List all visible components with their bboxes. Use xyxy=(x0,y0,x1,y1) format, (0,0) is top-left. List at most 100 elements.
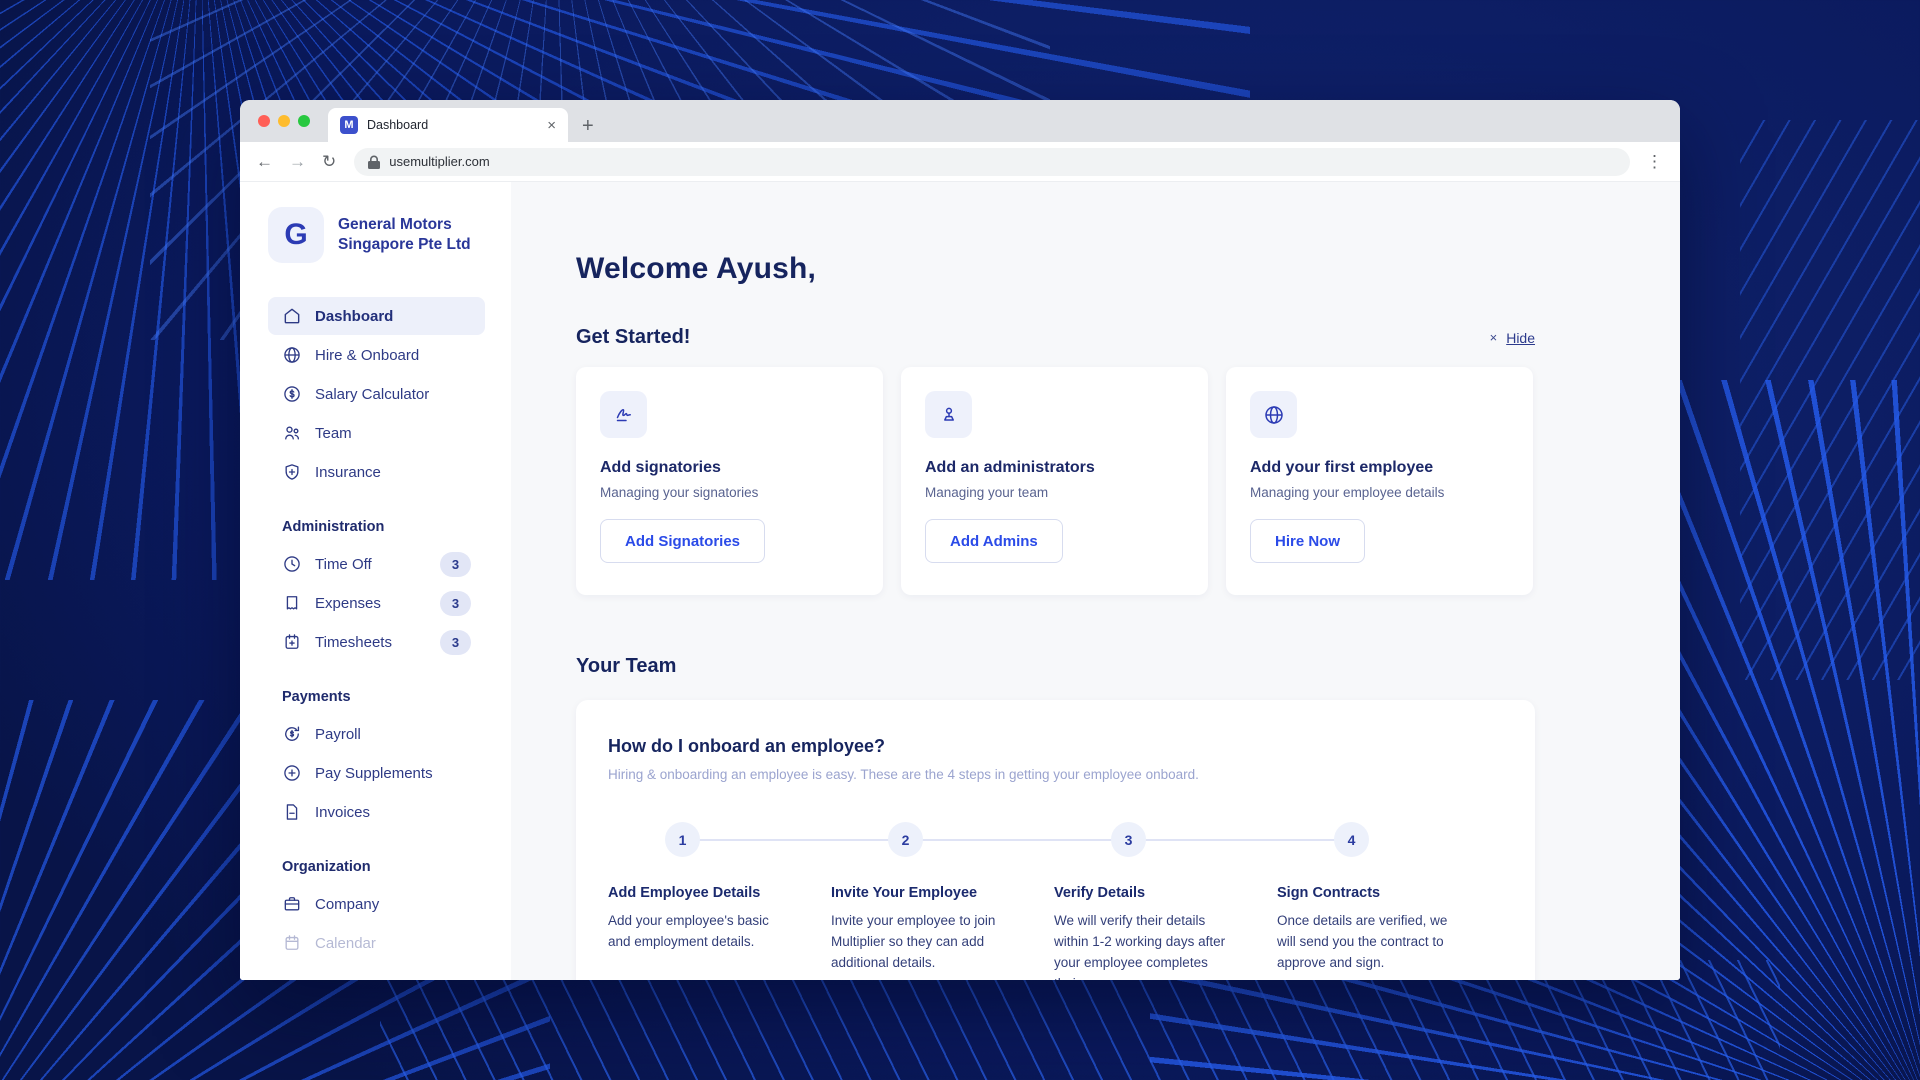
url-text: usemultiplier.com xyxy=(389,154,489,169)
hide-link[interactable]: Hide xyxy=(1506,330,1535,346)
step-number: 3 xyxy=(1111,822,1146,857)
shield-plus-icon xyxy=(282,462,302,482)
back-icon[interactable]: ← xyxy=(256,152,273,172)
add-signatories-button[interactable]: Add Signatories xyxy=(600,519,765,563)
close-tab-icon[interactable]: × xyxy=(545,117,558,134)
get-started-header: Get Started! × Hide xyxy=(576,326,1535,349)
add-admins-button[interactable]: Add Admins xyxy=(925,519,1063,563)
dollar-circle-icon xyxy=(282,384,302,404)
dismiss-icon[interactable]: × xyxy=(1490,330,1498,345)
step-number: 1 xyxy=(665,822,700,857)
step-sign-contracts: 4 Sign Contracts Once details are verifi… xyxy=(1277,822,1500,980)
browser-menu-icon[interactable]: ⋮ xyxy=(1646,152,1664,172)
step-title: Sign Contracts xyxy=(1277,885,1460,901)
card-add-first-employee: Add your first employee Managing your em… xyxy=(1226,367,1533,595)
sidebar: G General Motors Singapore Pte Ltd Dashb… xyxy=(240,182,511,980)
section-administration: Administration Time Off 3 Expenses 3 Tim… xyxy=(268,519,485,661)
step-invite-your-employee: 2 Invite Your Employee Invite your emplo… xyxy=(831,822,1054,980)
step-add-employee-details: 1 Add Employee Details Add your employee… xyxy=(608,822,831,980)
step-description: Add your employee's basic and employment… xyxy=(608,911,791,953)
card-title: Add your first employee xyxy=(1250,459,1509,477)
globe-icon xyxy=(1250,391,1297,438)
step-number: 2 xyxy=(888,822,923,857)
admin-person-icon xyxy=(925,391,972,438)
sidebar-item-invoices[interactable]: Invoices xyxy=(268,793,485,831)
step-verify-details: 3 Verify Details We will verify their de… xyxy=(1054,822,1277,980)
get-started-cards: Add signatories Managing your signatorie… xyxy=(576,367,1535,595)
step-title: Verify Details xyxy=(1054,885,1237,901)
window-controls xyxy=(240,100,328,142)
sidebar-item-insurance[interactable]: Insurance xyxy=(268,453,485,491)
sidebar-item-timesheets[interactable]: Timesheets 3 xyxy=(268,623,485,661)
card-title: Add signatories xyxy=(600,459,859,477)
team-icon xyxy=(282,423,302,443)
sidebar-item-pay-supplements[interactable]: Pay Supplements xyxy=(268,754,485,792)
hide-control: × Hide xyxy=(1490,330,1535,346)
receipt-icon xyxy=(282,593,302,613)
clock-icon xyxy=(282,554,302,574)
your-team-title: Your Team xyxy=(576,655,1535,678)
sidebar-item-expenses[interactable]: Expenses 3 xyxy=(268,584,485,622)
maximize-window-button[interactable] xyxy=(298,115,310,127)
onboarding-stepper: 1 Add Employee Details Add your employee… xyxy=(608,822,1503,980)
section-title: Administration xyxy=(282,519,485,535)
sidebar-item-dashboard[interactable]: Dashboard xyxy=(268,297,485,335)
payroll-icon xyxy=(282,724,302,744)
onboard-steps-card: How do I onboard an employee? Hiring & o… xyxy=(576,700,1535,980)
step-title: Add Employee Details xyxy=(608,885,791,901)
signature-icon xyxy=(600,391,647,438)
browser-toolbar: ← → ↻ usemultiplier.com ⋮ xyxy=(240,142,1680,182)
address-bar[interactable]: usemultiplier.com xyxy=(354,148,1630,176)
company-header[interactable]: G General Motors Singapore Pte Ltd xyxy=(268,207,485,263)
step-description: Once details are verified, we will send … xyxy=(1277,911,1460,974)
company-logo: G xyxy=(268,207,324,263)
app-content: G General Motors Singapore Pte Ltd Dashb… xyxy=(240,182,1680,980)
get-started-title: Get Started! xyxy=(576,326,690,349)
card-title: Add an administrators xyxy=(925,459,1184,477)
section-title: Organization xyxy=(282,859,485,875)
sidebar-item-time-off[interactable]: Time Off 3 xyxy=(268,545,485,583)
close-window-button[interactable] xyxy=(258,115,270,127)
forward-icon[interactable]: → xyxy=(289,152,306,172)
step-number: 4 xyxy=(1334,822,1369,857)
briefcase-icon xyxy=(282,894,302,914)
sidebar-item-calendar[interactable]: Calendar xyxy=(268,924,485,962)
card-add-administrators: Add an administrators Managing your team… xyxy=(901,367,1208,595)
calendar-plus-icon xyxy=(282,632,302,652)
onboard-title: How do I onboard an employee? xyxy=(608,736,1503,757)
card-add-signatories: Add signatories Managing your signatorie… xyxy=(576,367,883,595)
step-description: Invite your employee to join Multiplier … xyxy=(831,911,1014,974)
onboard-subtitle: Hiring & onboarding an employee is easy.… xyxy=(608,767,1503,782)
browser-tab-bar: M Dashboard × + xyxy=(240,100,1680,142)
invoice-icon xyxy=(282,802,302,822)
main-content: Welcome Ayush, Get Started! × Hide Add s… xyxy=(511,182,1680,980)
sidebar-item-team[interactable]: Team xyxy=(268,414,485,452)
minimize-window-button[interactable] xyxy=(278,115,290,127)
timesheets-badge: 3 xyxy=(440,630,471,655)
card-subtitle: Managing your signatories xyxy=(600,485,859,500)
primary-nav: Dashboard Hire & Onboard Salary Calculat… xyxy=(268,297,485,491)
sidebar-item-company[interactable]: Company xyxy=(268,885,485,923)
step-description: We will verify their details within 1-2 … xyxy=(1054,911,1237,980)
browser-tab-dashboard[interactable]: M Dashboard × xyxy=(328,108,568,142)
reload-icon[interactable]: ↻ xyxy=(322,152,336,172)
background-stripes-right xyxy=(1740,120,1920,680)
calendar-icon xyxy=(282,933,302,953)
browser-window: M Dashboard × + ← → ↻ usemultiplier.com … xyxy=(240,100,1680,980)
section-organization: Organization Company Calendar xyxy=(268,859,485,962)
card-subtitle: Managing your employee details xyxy=(1250,485,1509,500)
time-off-badge: 3 xyxy=(440,552,471,577)
section-payments: Payments Payroll Pay Supplements Invoice… xyxy=(268,689,485,831)
new-tab-button[interactable]: + xyxy=(582,116,594,136)
lock-icon xyxy=(368,155,380,169)
sidebar-item-payroll[interactable]: Payroll xyxy=(268,715,485,753)
home-icon xyxy=(282,306,302,326)
hire-now-button[interactable]: Hire Now xyxy=(1250,519,1365,563)
expenses-badge: 3 xyxy=(440,591,471,616)
company-name: General Motors Singapore Pte Ltd xyxy=(338,215,471,255)
step-title: Invite Your Employee xyxy=(831,885,1014,901)
sidebar-item-hire-onboard[interactable]: Hire & Onboard xyxy=(268,336,485,374)
sidebar-item-salary-calculator[interactable]: Salary Calculator xyxy=(268,375,485,413)
globe-icon xyxy=(282,345,302,365)
site-favicon: M xyxy=(340,116,358,134)
